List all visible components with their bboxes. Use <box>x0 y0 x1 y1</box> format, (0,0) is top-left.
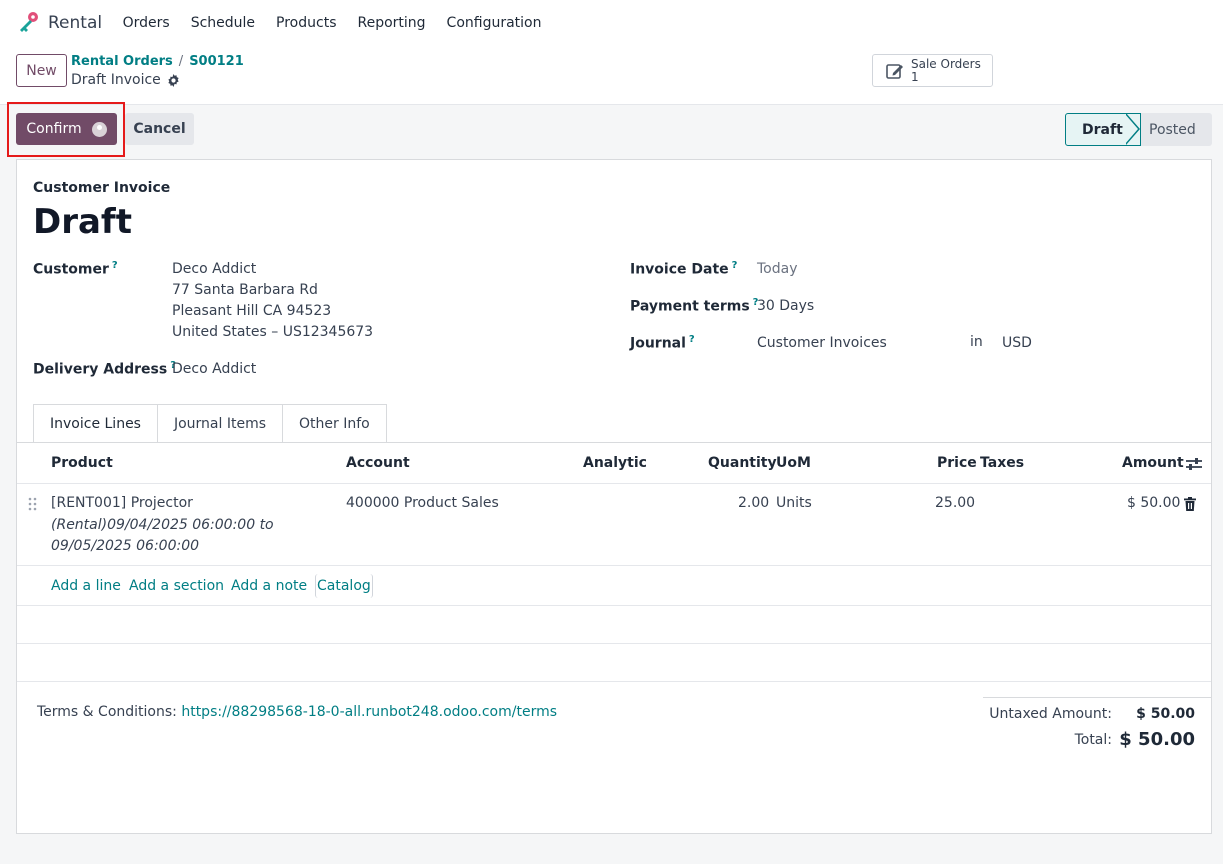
drag-handle-icon[interactable] <box>28 497 38 511</box>
row-divider <box>17 643 1211 644</box>
edit-icon <box>886 63 903 79</box>
add-note-link[interactable]: Add a note <box>231 578 307 594</box>
untaxed-amount-value: $ 50.00 <box>1136 706 1195 722</box>
catalog-button[interactable]: Catalog <box>315 574 373 598</box>
smart-button-count: 1 <box>911 69 919 84</box>
document-type: Customer Invoice <box>33 180 171 196</box>
new-button[interactable]: New <box>16 54 67 87</box>
tab-other-info[interactable]: Other Info <box>283 404 387 443</box>
payment-terms-field[interactable]: 30 Days <box>757 296 814 317</box>
confirm-label: Confirm <box>26 121 82 137</box>
row-divider <box>17 605 1211 606</box>
line-amount: $ 50.00 <box>1127 495 1181 511</box>
trash-icon[interactable] <box>1184 497 1196 511</box>
tab-invoice-lines[interactable]: Invoice Lines <box>33 404 158 443</box>
line-account: 400000 Product Sales <box>346 495 499 511</box>
currency-field[interactable]: USD <box>1002 333 1032 354</box>
confirm-button[interactable]: Confirm <box>16 113 117 145</box>
menu-schedule[interactable]: Schedule <box>180 15 265 31</box>
customer-field[interactable]: Deco Addict 77 Santa Barbara Rd Pleasant… <box>172 259 373 343</box>
delivery-address-field[interactable]: Deco Addict <box>172 359 256 380</box>
breadcrumb-order[interactable]: S00121 <box>189 54 244 69</box>
tabs-divider <box>17 442 1211 443</box>
customer-label: Customer? <box>33 260 118 278</box>
app-brand[interactable]: Rental <box>16 11 102 35</box>
total-value: $ 50.00 <box>1119 729 1195 750</box>
journal-label: Journal? <box>630 334 695 352</box>
terms-conditions: Terms & Conditions: https://88298568-18-… <box>37 704 557 720</box>
record-title: Draft Invoice <box>71 72 161 88</box>
notebook-tabs: Invoice Lines Journal Items Other Info <box>33 404 387 443</box>
col-product[interactable]: Product <box>51 455 113 471</box>
payment-terms-label: Payment terms? <box>630 297 759 315</box>
top-navbar: Rental Orders Schedule Products Reportin… <box>0 0 1223 46</box>
col-quantity[interactable]: Quantity <box>708 455 777 471</box>
customer-name: Deco Addict <box>172 261 257 277</box>
cancel-button[interactable]: Cancel <box>125 113 194 145</box>
total-label: Total: <box>1074 732 1112 748</box>
row-divider <box>17 681 1211 682</box>
user-avatar-icon <box>91 121 107 137</box>
totals-divider <box>983 697 1211 698</box>
invoice-sheet: Customer Invoice Draft Customer? Deco Ad… <box>16 159 1212 834</box>
menu-reporting[interactable]: Reporting <box>347 15 436 31</box>
record-name: Draft Invoice <box>71 72 180 88</box>
tab-journal-items[interactable]: Journal Items <box>157 404 284 443</box>
line-product: [RENT001] Projector <box>51 495 193 511</box>
menu-orders[interactable]: Orders <box>112 15 180 31</box>
col-analytic[interactable]: Analytic <box>583 455 647 471</box>
col-account[interactable]: Account <box>346 455 410 471</box>
delivery-address-label: Delivery Address? <box>33 360 176 378</box>
invoice-date-field[interactable]: Today <box>757 259 798 280</box>
breadcrumb-rental-orders[interactable]: Rental Orders <box>71 54 173 69</box>
gear-icon[interactable] <box>167 73 180 87</box>
journal-in-label: in <box>970 334 983 350</box>
add-line-link[interactable]: Add a line <box>51 578 121 594</box>
document-title: Draft <box>33 202 132 242</box>
status-bar: Confirm Cancel Posted Draft <box>0 102 1223 157</box>
app-name: Rental <box>48 13 103 33</box>
row-divider <box>17 565 1211 566</box>
col-amount[interactable]: Amount <box>1122 455 1184 471</box>
col-price[interactable]: Price <box>937 455 977 471</box>
help-icon[interactable]: ? <box>112 260 118 271</box>
sale-orders-smart-button[interactable]: Sale Orders 1 <box>872 54 993 87</box>
main-menu: Orders Schedule Products Reporting Confi… <box>112 15 552 31</box>
terms-label: Terms & Conditions: <box>37 704 177 720</box>
menu-products[interactable]: Products <box>266 15 347 31</box>
help-icon[interactable]: ? <box>732 260 738 271</box>
col-taxes[interactable]: Taxes <box>980 455 1024 471</box>
line-description: (Rental)09/04/2025 06:00:00 to 09/05/202… <box>51 517 274 554</box>
customer-city: Pleasant Hill CA 94523 <box>172 303 332 319</box>
line-quantity: 2.00 <box>738 495 770 511</box>
customer-street: 77 Santa Barbara Rd <box>172 282 318 298</box>
line-price: 25.00 <box>935 495 976 511</box>
column-settings-icon[interactable] <box>1185 456 1203 472</box>
rental-app-icon <box>20 12 38 32</box>
stage-posted[interactable]: Posted <box>1131 113 1212 146</box>
line-uom: Units <box>776 495 812 511</box>
untaxed-amount-label: Untaxed Amount: <box>989 706 1112 722</box>
invoice-date-label: Invoice Date? <box>630 260 738 278</box>
header-divider <box>17 483 1211 484</box>
menu-configuration[interactable]: Configuration <box>436 15 552 31</box>
add-section-link[interactable]: Add a section <box>129 578 224 594</box>
control-panel: New Rental Orders / S00121 Draft Invoice S… <box>0 46 1223 104</box>
smart-button-label: Sale Orders <box>911 56 981 71</box>
col-uom[interactable]: UoM <box>776 455 811 471</box>
customer-country-vat: United States – US12345673 <box>172 324 374 340</box>
terms-link[interactable]: https://88298568-18-0-all.runbot248.odoo… <box>181 704 557 720</box>
stage-arrow-fill <box>1125 114 1138 144</box>
journal-field[interactable]: Customer Invoices <box>757 333 887 354</box>
help-icon[interactable]: ? <box>689 334 695 345</box>
breadcrumb: Rental Orders / S00121 <box>71 54 244 69</box>
